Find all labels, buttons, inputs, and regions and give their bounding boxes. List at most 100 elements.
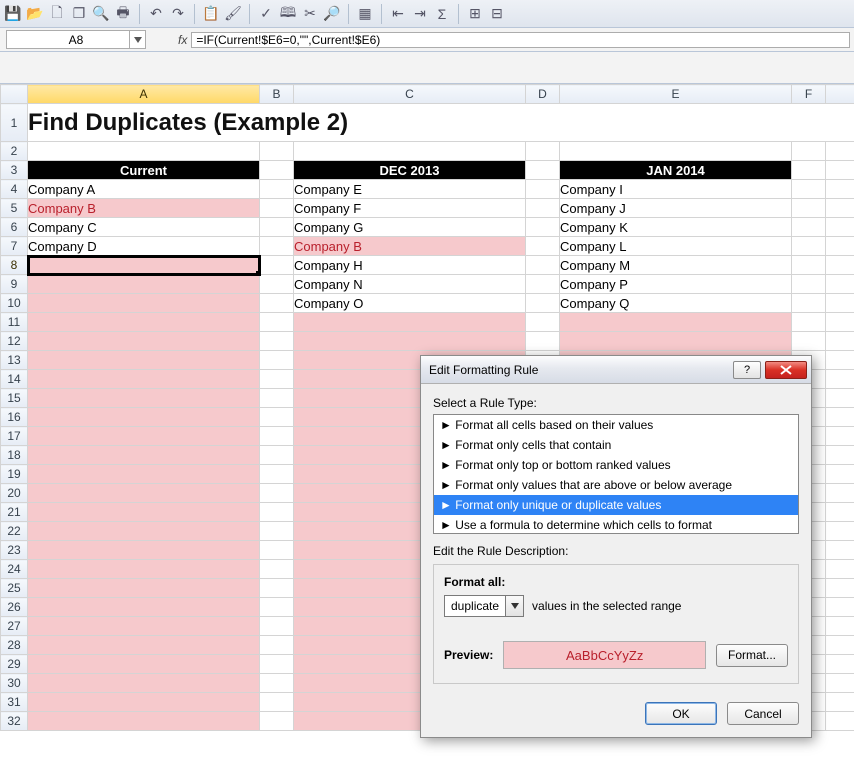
cell-E4[interactable]: Company I: [560, 180, 792, 199]
help-button[interactable]: ?: [733, 361, 761, 379]
cell-B21[interactable]: [260, 503, 294, 522]
cell-B6[interactable]: [260, 218, 294, 237]
row-header-7[interactable]: 7: [1, 237, 28, 256]
cell-A9[interactable]: [28, 275, 260, 294]
cell-C6[interactable]: Company G: [294, 218, 526, 237]
cell-A1[interactable]: Find Duplicates (Example 2): [28, 104, 854, 142]
cell-A11[interactable]: [28, 313, 260, 332]
new-icon[interactable]: 🗋: [48, 5, 66, 23]
cell-A8[interactable]: [28, 256, 260, 275]
col-header-overflow[interactable]: [826, 85, 854, 104]
row-header-20[interactable]: 20: [1, 484, 28, 503]
cell-B30[interactable]: [260, 674, 294, 693]
cell-C12[interactable]: [294, 332, 526, 351]
rule-type-item[interactable]: ► Format all cells based on their values: [434, 415, 798, 435]
cell-G30[interactable]: [826, 674, 854, 693]
cell-G11[interactable]: [826, 313, 854, 332]
cell-G31[interactable]: [826, 693, 854, 712]
cell-B17[interactable]: [260, 427, 294, 446]
cell-G4[interactable]: [826, 180, 854, 199]
row-header-24[interactable]: 24: [1, 560, 28, 579]
col-header-D[interactable]: D: [526, 85, 560, 104]
cell-E10[interactable]: Company Q: [560, 294, 792, 313]
rule-type-list[interactable]: ► Format all cells based on their values…: [433, 414, 799, 534]
open-icon[interactable]: 📂: [26, 5, 44, 23]
cell-A32[interactable]: [28, 712, 260, 731]
cell-A2[interactable]: [28, 142, 260, 161]
row-header-2[interactable]: 2: [1, 142, 28, 161]
rule-type-item[interactable]: ► Format only top or bottom ranked value…: [434, 455, 798, 475]
cell-A28[interactable]: [28, 636, 260, 655]
dialog-titlebar[interactable]: Edit Formatting Rule ?: [421, 356, 811, 384]
cell-G13[interactable]: [826, 351, 854, 370]
cell-G29[interactable]: [826, 655, 854, 674]
cell-A7[interactable]: Company D: [28, 237, 260, 256]
cell-B13[interactable]: [260, 351, 294, 370]
cell-E3[interactable]: JAN 2014: [560, 161, 792, 180]
row-header-8[interactable]: 8: [1, 256, 28, 275]
cell-D4[interactable]: [526, 180, 560, 199]
cell-A4[interactable]: Company A: [28, 180, 260, 199]
paste-icon[interactable]: 📋: [202, 5, 220, 23]
cell-D6[interactable]: [526, 218, 560, 237]
cell-C4[interactable]: Company E: [294, 180, 526, 199]
cell-B15[interactable]: [260, 389, 294, 408]
cell-B23[interactable]: [260, 541, 294, 560]
cell-A20[interactable]: [28, 484, 260, 503]
duplicate-unique-dropdown[interactable]: duplicate: [444, 595, 524, 617]
cell-F11[interactable]: [792, 313, 826, 332]
cut-icon[interactable]: ✂: [301, 5, 319, 23]
cell-D8[interactable]: [526, 256, 560, 275]
outline-right-icon[interactable]: ⇥: [411, 5, 429, 23]
cell-G9[interactable]: [826, 275, 854, 294]
cell-B19[interactable]: [260, 465, 294, 484]
col-header-F[interactable]: F: [792, 85, 826, 104]
cell-B22[interactable]: [260, 522, 294, 541]
cell-C8[interactable]: Company H: [294, 256, 526, 275]
col-header-C[interactable]: C: [294, 85, 526, 104]
cell-D7[interactable]: [526, 237, 560, 256]
cell-B24[interactable]: [260, 560, 294, 579]
cell-G5[interactable]: [826, 199, 854, 218]
select-all-corner[interactable]: [1, 85, 28, 104]
rule-type-item[interactable]: ► Format only values that are above or b…: [434, 475, 798, 495]
cell-E5[interactable]: Company J: [560, 199, 792, 218]
find-icon[interactable]: 🔎: [323, 5, 341, 23]
cell-C11[interactable]: [294, 313, 526, 332]
cell-G20[interactable]: [826, 484, 854, 503]
cell-G32[interactable]: [826, 712, 854, 731]
cell-E9[interactable]: Company P: [560, 275, 792, 294]
cell-G8[interactable]: [826, 256, 854, 275]
row-header-22[interactable]: 22: [1, 522, 28, 541]
cell-C5[interactable]: Company F: [294, 199, 526, 218]
cell-B16[interactable]: [260, 408, 294, 427]
cell-B18[interactable]: [260, 446, 294, 465]
cell-B4[interactable]: [260, 180, 294, 199]
row-header-32[interactable]: 32: [1, 712, 28, 731]
close-button[interactable]: [765, 361, 807, 379]
cell-E6[interactable]: Company K: [560, 218, 792, 237]
cell-F3[interactable]: [792, 161, 826, 180]
cell-B14[interactable]: [260, 370, 294, 389]
cell-B20[interactable]: [260, 484, 294, 503]
cell-G7[interactable]: [826, 237, 854, 256]
cell-B12[interactable]: [260, 332, 294, 351]
cell-E8[interactable]: Company M: [560, 256, 792, 275]
cell-B28[interactable]: [260, 636, 294, 655]
cell-E2[interactable]: [560, 142, 792, 161]
cell-D3[interactable]: [526, 161, 560, 180]
cell-D11[interactable]: [526, 313, 560, 332]
cell-G21[interactable]: [826, 503, 854, 522]
name-box[interactable]: A8: [6, 30, 146, 49]
cell-G26[interactable]: [826, 598, 854, 617]
cell-A6[interactable]: Company C: [28, 218, 260, 237]
cell-A30[interactable]: [28, 674, 260, 693]
cell-B5[interactable]: [260, 199, 294, 218]
cell-A12[interactable]: [28, 332, 260, 351]
col-header-E[interactable]: E: [560, 85, 792, 104]
cell-G2[interactable]: [826, 142, 854, 161]
cell-B11[interactable]: [260, 313, 294, 332]
cancel-button[interactable]: Cancel: [727, 702, 799, 725]
cell-A15[interactable]: [28, 389, 260, 408]
cell-A31[interactable]: [28, 693, 260, 712]
